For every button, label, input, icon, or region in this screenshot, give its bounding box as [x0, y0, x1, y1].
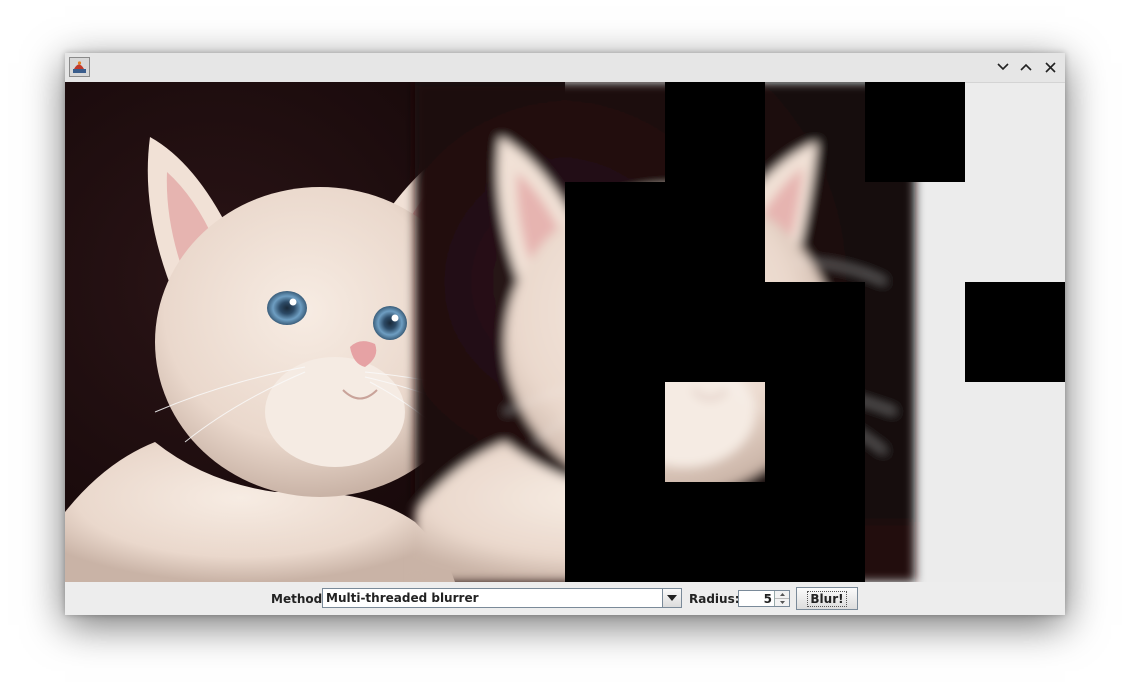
chevron-down-icon	[997, 63, 1009, 71]
chevron-up-icon	[1020, 63, 1032, 71]
maximize-button[interactable]	[1017, 58, 1035, 76]
spinner-down-button[interactable]	[775, 599, 789, 606]
triangle-down-icon	[667, 595, 677, 601]
spinner-buttons	[774, 591, 789, 606]
radius-value: 5	[763, 592, 772, 606]
radius-spinner[interactable]: 5	[738, 590, 790, 607]
radius-label: Radius:	[689, 592, 740, 606]
dropdown-button[interactable]	[662, 589, 681, 607]
java-cup-icon	[69, 57, 90, 77]
image-canvas	[65, 82, 1065, 582]
spinner-up-button[interactable]	[775, 591, 789, 599]
kitten-image	[65, 82, 1065, 582]
close-icon	[1044, 61, 1056, 73]
minimize-button[interactable]	[994, 58, 1012, 76]
blur-button[interactable]: Blur!	[796, 587, 858, 610]
method-select-value: Multi-threaded blurrer	[326, 591, 479, 605]
method-label: Method:	[271, 592, 327, 606]
close-button[interactable]	[1041, 58, 1059, 76]
app-window: Method: Multi-threaded blurrer Radius: 5…	[65, 53, 1065, 615]
control-bar: Method: Multi-threaded blurrer Radius: 5…	[65, 582, 1065, 615]
title-bar[interactable]	[65, 53, 1065, 83]
method-select[interactable]: Multi-threaded blurrer	[322, 588, 682, 608]
spinner-down-icon	[779, 601, 785, 604]
spinner-up-icon	[779, 593, 785, 596]
blur-button-label: Blur!	[807, 590, 847, 607]
